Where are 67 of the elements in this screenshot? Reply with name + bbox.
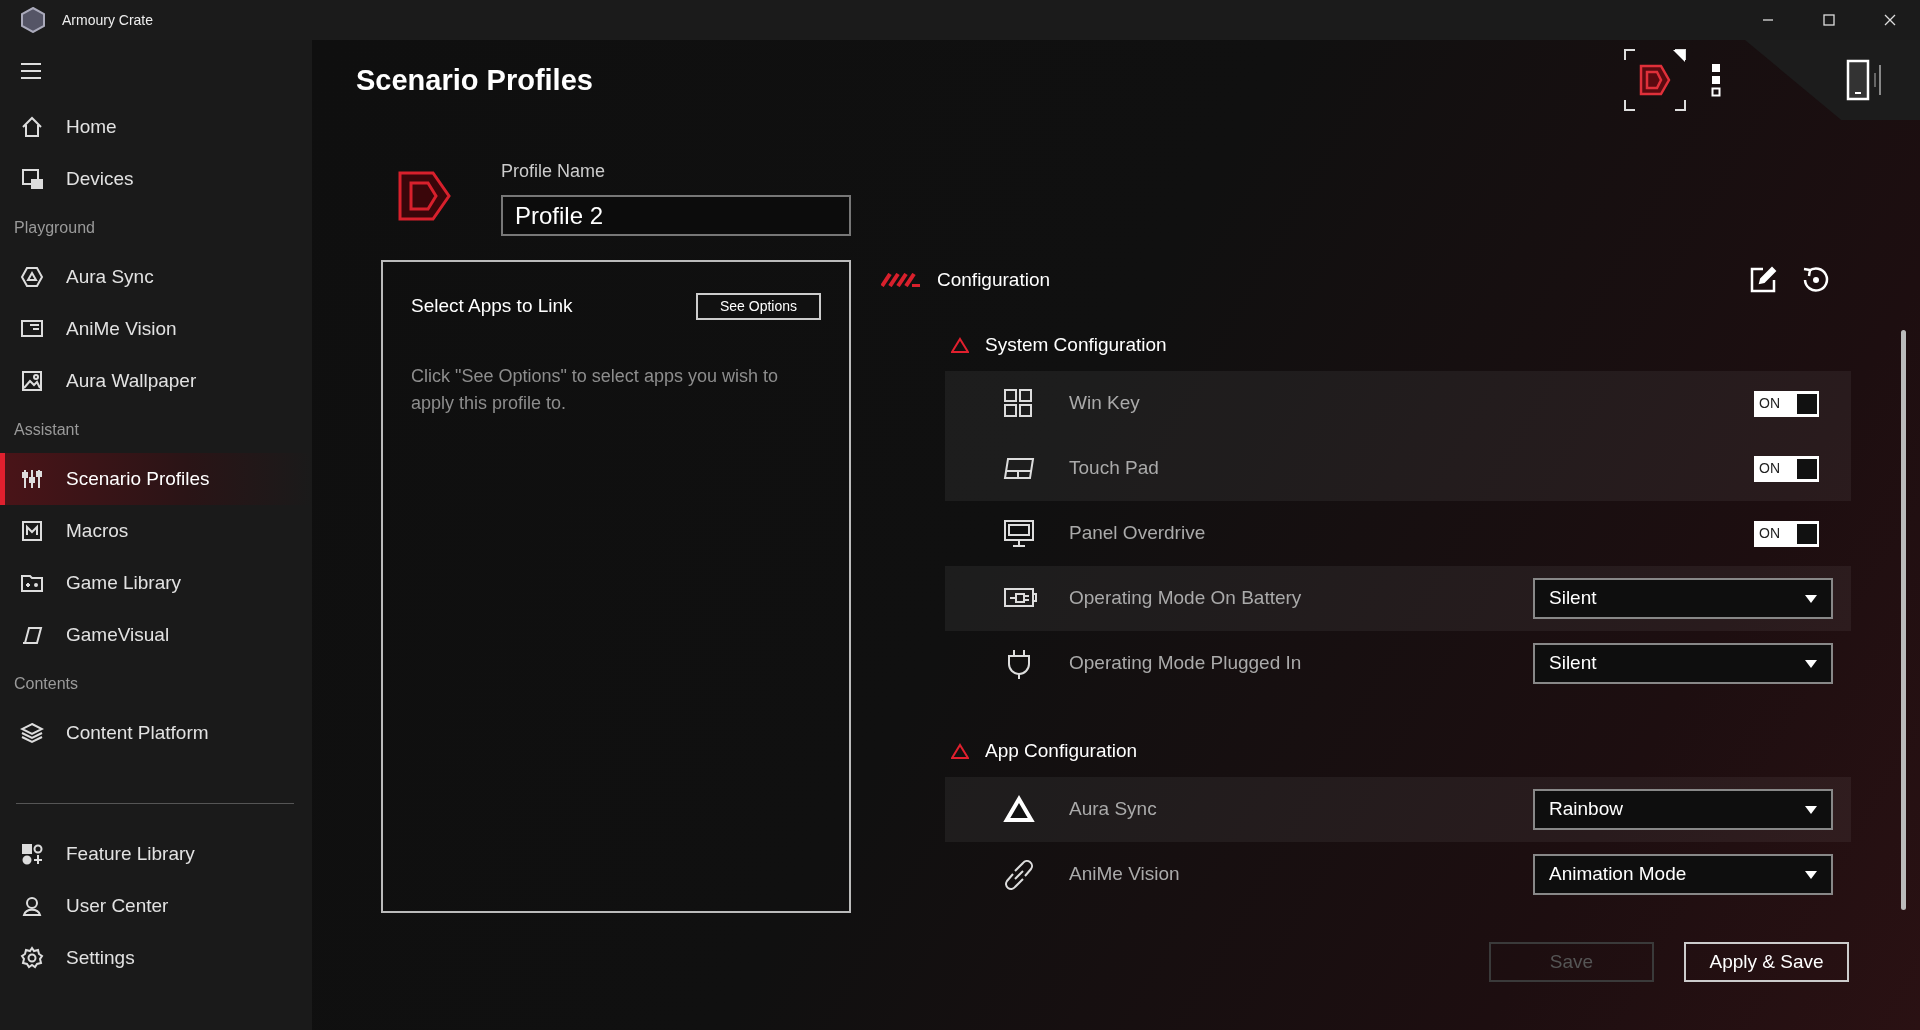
warning-triangle-icon	[951, 337, 969, 353]
setting-label: Panel Overdrive	[1069, 521, 1206, 546]
mode-dropdown[interactable]: Rainbow	[1533, 789, 1833, 830]
setting-label: Aura Sync	[1069, 797, 1157, 822]
shapes-icon	[20, 842, 44, 866]
field-label: Profile Name	[501, 160, 607, 183]
section-heading: System Configuration	[985, 332, 1167, 357]
action-button[interactable]: Apply & Save	[1684, 942, 1849, 982]
setting-label: Touch Pad	[1069, 456, 1159, 481]
macro-m-icon	[20, 519, 44, 543]
sidebar-item[interactable]: Content Platform	[0, 707, 312, 759]
on-off-toggle[interactable]: ON	[1754, 455, 1819, 482]
profile-name-field[interactable]: Profile 2	[501, 195, 851, 236]
settings-icon	[20, 946, 44, 970]
setting-label: Operating Mode On Battery	[1069, 586, 1302, 611]
see-options-button[interactable]: See Options	[695, 292, 821, 320]
on-off-toggle[interactable]: ON	[1754, 520, 1819, 547]
sidebar-item[interactable]: Devices	[0, 153, 312, 205]
caret-icon	[1805, 594, 1817, 603]
setting-label: AniMe Vision	[1069, 862, 1180, 887]
stripes-icon	[881, 273, 921, 287]
app-logo-icon	[20, 7, 46, 33]
menu-icon[interactable]	[20, 61, 42, 80]
user-icon	[20, 894, 44, 918]
sidebar-item[interactable]: Aura Wallpaper	[0, 355, 312, 407]
sidebar-item[interactable]: Home	[0, 101, 312, 153]
sidebar-item[interactable]: User Center	[0, 880, 312, 932]
sidebar-item[interactable]: Settings	[0, 932, 312, 984]
sliders-icon	[20, 467, 44, 491]
hint-text: Click "See Options" to select apps you wish to apply this profile to.	[411, 364, 779, 415]
section-title: Configuration	[937, 267, 1051, 292]
phone-icon[interactable]	[1846, 59, 1882, 101]
setting-label: Win Key	[1069, 391, 1140, 416]
mode-dropdown[interactable]: Silent	[1533, 578, 1833, 619]
sidebar-item[interactable]: Game Library	[0, 557, 312, 609]
section-heading: App Configuration	[985, 738, 1138, 763]
devices-icon	[20, 167, 44, 191]
sidebar-item[interactable]: Aura Sync	[0, 251, 312, 303]
image-icon	[20, 369, 44, 393]
hexagon-icon	[20, 265, 44, 289]
section-label: Assistant	[13, 420, 80, 440]
window-title: Armoury Crate	[62, 10, 154, 30]
caret-icon	[1805, 870, 1817, 879]
profile-badge-icon[interactable]	[1623, 48, 1687, 112]
sidebar-item[interactable]: AniMe Vision	[0, 303, 312, 355]
sidebar-item[interactable]: Feature Library	[0, 828, 312, 880]
layers-icon	[20, 721, 44, 745]
panel-title: Select Apps to Link	[411, 294, 573, 318]
profile-d-icon	[397, 170, 453, 222]
reset-icon[interactable]	[1801, 265, 1831, 295]
section-label: Contents	[13, 674, 80, 694]
edit-icon[interactable]	[1749, 266, 1777, 294]
caret-icon	[1805, 805, 1817, 814]
caret-icon	[1805, 659, 1817, 668]
sidebar-item[interactable]: Macros	[0, 505, 312, 557]
maximize-icon[interactable]	[1820, 12, 1837, 28]
on-off-toggle[interactable]: ON	[1754, 390, 1819, 417]
page-title: Scenario Profiles	[356, 62, 593, 98]
section-label: Playground	[13, 218, 96, 238]
more-options-icon[interactable]	[1711, 63, 1721, 97]
monitor-icon	[1003, 517, 1037, 550]
home-icon	[20, 115, 44, 139]
mode-dropdown[interactable]: Animation Mode	[1533, 854, 1833, 895]
mode-dropdown[interactable]: Silent	[1533, 643, 1833, 684]
warning-triangle-icon	[951, 743, 969, 759]
setting-label: Operating Mode Plugged In	[1069, 651, 1302, 676]
sidebar-item[interactable]: GameVisual	[0, 609, 312, 661]
